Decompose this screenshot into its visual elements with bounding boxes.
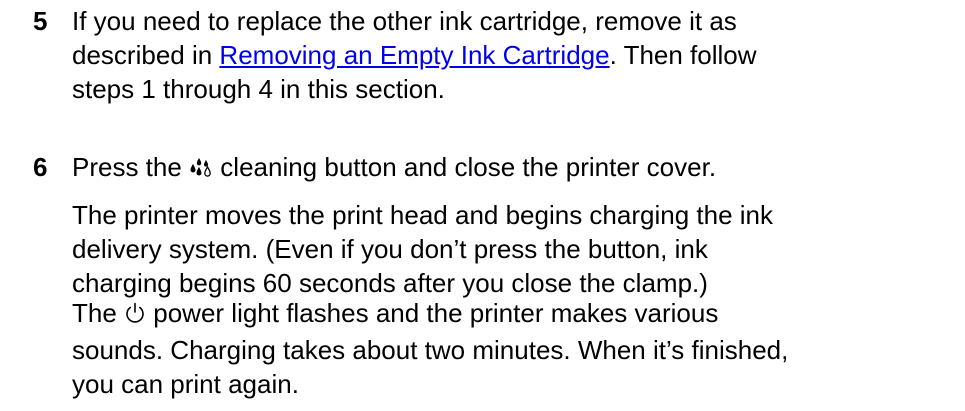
step-6-p2-line: The printer moves the print head and beg…	[72, 200, 773, 230]
step-5-line-3-text: steps 1 through 4 in this section.	[72, 74, 445, 104]
removing-empty-cartridge-link[interactable]: Removing an Empty Ink Cartridge	[219, 40, 609, 70]
step-5-line-2-before: described in	[72, 40, 220, 70]
step-6-paragraph-2: The printer moves the print head and beg…	[72, 198, 773, 300]
step-5-line-1-text: If you need to replace the other ink car…	[72, 6, 737, 36]
step-6-body: Press the cleaning button and close the …	[72, 150, 952, 410]
step-5-line-3: steps 1 through 4 in this section.	[72, 72, 952, 106]
step-number: 6	[33, 152, 48, 182]
step-6-p3-line: you can print again.	[72, 369, 299, 399]
step-6-paragraph-3: The power light flashes and the printer …	[72, 296, 788, 401]
step-6-p3-line: sounds. Charging takes about two minutes…	[72, 335, 789, 365]
step-6-p3-after: power light flashes and the printer make…	[146, 298, 719, 328]
step-6-intro: Press the cleaning button and close the …	[72, 150, 952, 187]
step-5-body: If you need to replace the other ink car…	[72, 4, 952, 106]
cleaning-button-icon	[189, 153, 213, 187]
step-6-p3-line: The power light flashes and the printer …	[72, 296, 788, 333]
step-5-line-2: described in Removing an Empty Ink Cartr…	[72, 38, 952, 72]
step-6-intro-before: Press the	[72, 152, 190, 182]
step-6-p3-before: The	[72, 298, 125, 328]
step-number: 5	[33, 6, 48, 36]
step-6-p2-line: delivery system. (Even if you don’t pres…	[72, 234, 708, 264]
step-6-intro-after: cleaning button and close the printer co…	[213, 152, 717, 182]
step-5-line-2-after: . Then follow	[609, 40, 757, 70]
power-icon	[124, 299, 146, 333]
step-5-line-1: If you need to replace the other ink car…	[72, 4, 952, 38]
step-6-p2-line: charging begins 60 seconds after you clo…	[72, 268, 708, 298]
